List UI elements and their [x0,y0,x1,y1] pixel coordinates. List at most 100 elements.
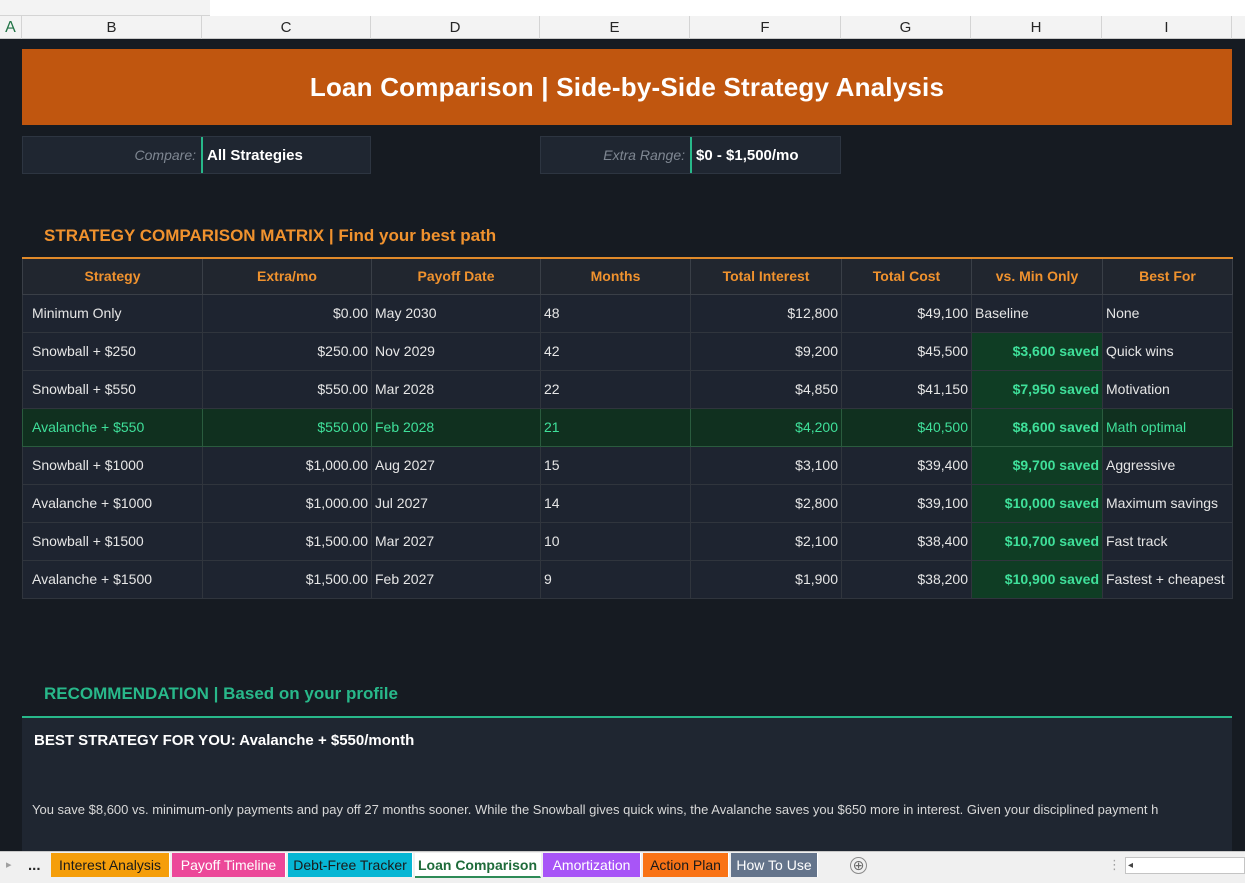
table-cell[interactable]: 14 [540,483,691,523]
column-header-b[interactable]: B [22,16,202,39]
table-cell[interactable]: 22 [540,369,691,409]
table-cell[interactable]: $39,100 [841,483,972,523]
column-header-a[interactable]: A [0,16,22,39]
table-row[interactable]: Avalanche + $1500 $1,500.00 Feb 2027 9 $1,90… [22,559,1233,599]
column-header-c[interactable]: C [202,16,371,39]
tab-payoff-timeline[interactable]: Payoff Timeline [172,853,286,877]
table-cell[interactable]: $41,150 [841,369,972,409]
table-cell[interactable]: Motivation [1102,369,1233,409]
extra-range-value[interactable]: $0 - $1,500/mo [692,147,799,164]
column-header-f[interactable]: F [690,16,841,39]
table-cell[interactable]: Avalanche + $550 [22,407,203,447]
table-cell[interactable]: 48 [540,293,691,333]
matrix-header-cell[interactable]: Total Cost [841,257,972,295]
table-cell[interactable]: 42 [540,331,691,371]
table-row[interactable]: Snowball + $250 $250.00 Nov 2029 42 $9,200 $4… [22,331,1233,371]
table-row[interactable]: Avalanche + $1000 $1,000.00 Jul 2027 14 $2,8… [22,483,1233,523]
matrix-header-cell[interactable]: Extra/mo [202,257,372,295]
extra-range-filter[interactable]: Extra Range: $0 - $1,500/mo [540,136,841,174]
table-cell[interactable]: $1,000.00 [202,445,372,485]
matrix-header-cell[interactable]: Strategy [22,257,203,295]
column-header-g[interactable]: G [841,16,971,39]
matrix-header-cell[interactable]: vs. Min Only [971,257,1103,295]
table-row[interactable]: Snowball + $1000 $1,000.00 Aug 2027 15 $3,10… [22,445,1233,485]
table-cell[interactable]: $9,700 saved [971,445,1103,485]
table-cell[interactable]: Minimum Only [22,293,203,333]
table-cell[interactable]: $1,000.00 [202,483,372,523]
table-cell[interactable]: 21 [540,407,691,447]
table-cell[interactable]: None [1102,293,1233,333]
table-cell[interactable]: Avalanche + $1000 [22,483,203,523]
add-sheet-icon[interactable]: ⊕ [850,857,867,874]
table-cell[interactable]: Avalanche + $1500 [22,559,203,599]
table-cell[interactable]: $1,500.00 [202,521,372,561]
matrix-header-cell[interactable]: Payoff Date [371,257,541,295]
table-row[interactable]: Minimum Only $0.00 May 2030 48 $12,800 $49,10… [22,293,1233,333]
tab-how-to-use[interactable]: How To Use [731,853,818,877]
table-cell[interactable]: $3,600 saved [971,331,1103,371]
table-cell[interactable]: $2,800 [690,483,842,523]
table-cell[interactable]: $12,800 [690,293,842,333]
table-cell[interactable]: $8,600 saved [971,407,1103,447]
tab-action-plan[interactable]: Action Plan [643,853,729,877]
table-cell[interactable]: Fastest + cheapest [1102,559,1233,599]
table-cell[interactable]: $550.00 [202,407,372,447]
table-cell[interactable]: Snowball + $1500 [22,521,203,561]
table-cell[interactable]: 10 [540,521,691,561]
table-cell[interactable]: Jul 2027 [371,483,541,523]
recommendation-box[interactable]: BEST STRATEGY FOR YOU: Avalanche + $550/… [22,716,1232,851]
table-cell[interactable]: $10,700 saved [971,521,1103,561]
table-cell[interactable]: 9 [540,559,691,599]
table-cell[interactable]: $45,500 [841,331,972,371]
table-cell[interactable]: Feb 2027 [371,559,541,599]
table-row[interactable]: Snowball + $550 $550.00 Mar 2028 22 $4,850 $4… [22,369,1233,409]
table-cell[interactable]: Feb 2028 [371,407,541,447]
column-header-h[interactable]: H [971,16,1102,39]
table-cell[interactable]: $9,200 [690,331,842,371]
table-cell[interactable]: Snowball + $550 [22,369,203,409]
matrix-header-cell[interactable]: Total Interest [690,257,842,295]
table-cell[interactable]: $2,100 [690,521,842,561]
scroll-left-arrow-icon[interactable]: ◂ [1128,858,1133,873]
table-cell[interactable]: $4,200 [690,407,842,447]
table-cell[interactable]: $0.00 [202,293,372,333]
table-cell[interactable]: $39,400 [841,445,972,485]
table-cell[interactable]: Aggressive [1102,445,1233,485]
table-cell[interactable]: Mar 2028 [371,369,541,409]
table-cell[interactable]: $250.00 [202,331,372,371]
table-cell[interactable]: Nov 2029 [371,331,541,371]
table-cell[interactable]: Aug 2027 [371,445,541,485]
name-box[interactable] [0,0,210,16]
splitter-handle-icon[interactable]: ⋮ [1108,857,1121,873]
table-cell[interactable]: $4,850 [690,369,842,409]
table-cell[interactable]: $550.00 [202,369,372,409]
column-header-i[interactable]: I [1102,16,1232,39]
table-cell[interactable]: Maximum savings [1102,483,1233,523]
table-cell[interactable]: Fast track [1102,521,1233,561]
tab-overflow-button[interactable]: ... [28,857,41,874]
table-cell[interactable]: Quick wins [1102,331,1233,371]
column-header-e[interactable]: E [540,16,690,39]
tab-scroll-left-icon[interactable]: ▸ [6,858,12,871]
table-cell[interactable]: $1,500.00 [202,559,372,599]
table-cell[interactable]: $49,100 [841,293,972,333]
compare-value[interactable]: All Strategies [203,147,303,164]
compare-filter[interactable]: Compare: All Strategies [22,136,371,174]
table-cell[interactable]: $10,900 saved [971,559,1103,599]
table-cell[interactable]: $7,950 saved [971,369,1103,409]
table-cell[interactable]: Baseline [971,293,1103,333]
table-cell[interactable]: $40,500 [841,407,972,447]
table-cell[interactable]: May 2030 [371,293,541,333]
matrix-header-cell[interactable]: Best For [1102,257,1233,295]
table-row[interactable]: Avalanche + $550 $550.00 Feb 2028 21 $4,200 $… [22,407,1233,447]
matrix-header-cell[interactable]: Months [540,257,691,295]
table-cell[interactable]: $38,200 [841,559,972,599]
table-cell[interactable]: Snowball + $1000 [22,445,203,485]
tab-amortization[interactable]: Amortization [543,853,641,877]
table-cell[interactable]: $3,100 [690,445,842,485]
horizontal-scrollbar[interactable]: ◂ [1125,857,1245,874]
table-cell[interactable]: 15 [540,445,691,485]
table-row[interactable]: Snowball + $1500 $1,500.00 Mar 2027 10 $2,10… [22,521,1233,561]
tab-interest-analysis[interactable]: Interest Analysis [51,853,170,877]
table-cell[interactable]: $1,900 [690,559,842,599]
